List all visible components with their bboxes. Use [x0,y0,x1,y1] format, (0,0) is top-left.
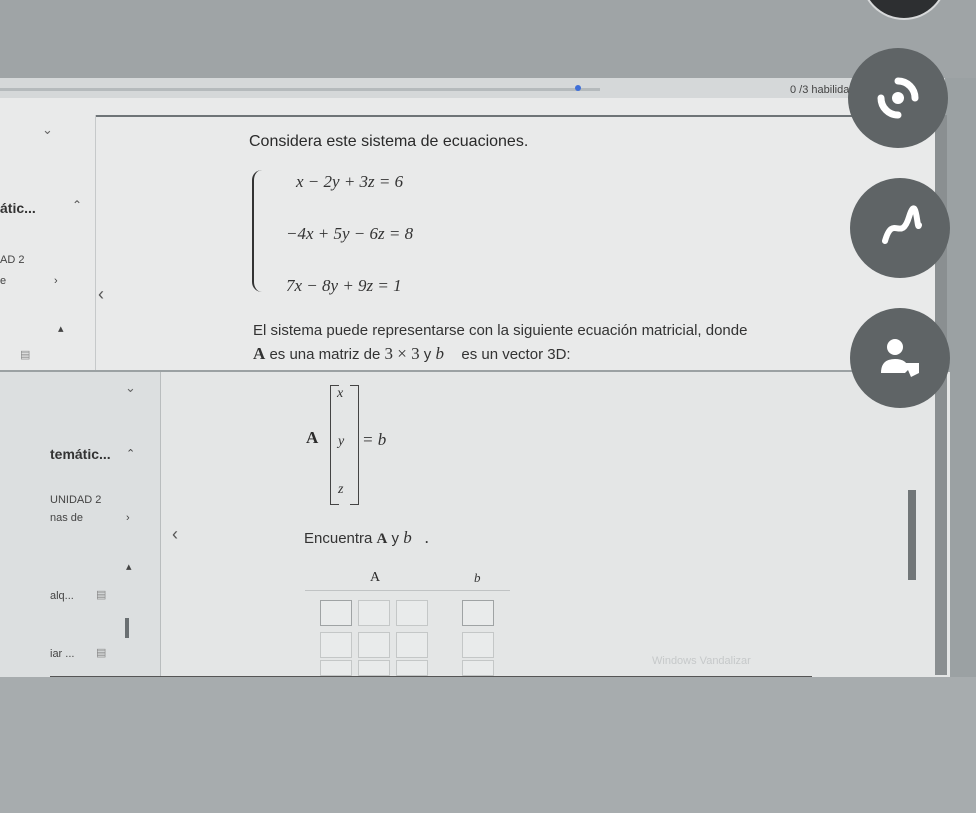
matrix-explanation-line2: A es una matriz de 3 × 3 y b⃗ es un vect… [253,344,571,364]
scroll-indicator[interactable] [125,618,129,638]
equation-3: 7x − 8y + 9z = 1 [286,276,402,295]
sidebar-divider-top [95,115,96,370]
vector-y: y [338,434,345,449]
vector-b-cell-3[interactable] [462,660,494,676]
matrix-A-cell-2-2[interactable] [358,632,390,658]
sidebar-bottom-item-2[interactable]: alq... [50,590,74,602]
progress-dot [575,85,581,91]
question-intro: Considera este sistema de ecuaciones. [249,133,529,150]
prompt-b: b⃗. [403,528,430,547]
prompt-text: Encuentra [304,530,377,547]
matrix-text-part: es un vector 3D: [457,346,571,363]
header-divider [95,115,935,117]
sidebar-bottom-item[interactable]: nas de [50,512,83,524]
vector-x: x [337,386,344,401]
sidebar-unit-label: AD 2 [0,254,25,266]
matrix-size: 3 × 3 [384,344,420,363]
collapse-sidebar-button[interactable]: ‹ [172,524,178,545]
matrix-A-cell-1-3[interactable] [396,600,428,626]
user-tag-icon [881,339,919,377]
caret-up-icon: ▴ [58,323,64,335]
vector-b-cell-2[interactable] [462,632,494,658]
sidebar-bottom-unit: UNIDAD 2 [50,494,102,506]
caret-up-icon: ▴ [126,561,132,573]
answer-col-A: A [370,570,381,585]
matrix-right-bracket [350,385,359,505]
matrix-A-cell-1-2[interactable] [358,600,390,626]
vector-b-symbol: b⃗ [435,344,458,363]
prompt-and: y [387,530,404,547]
matrix-A-symbol: A [253,344,266,363]
equation-rhs: = b⃗ [362,430,400,449]
sidebar-bottom-item-3[interactable]: iar ... [50,648,74,660]
matrix-A-cell-2-1[interactable] [320,632,352,658]
chevron-down-icon[interactable]: ⌄ [125,380,136,396]
collapse-sidebar-button[interactable]: ‹ [98,284,104,305]
equation-2: −4x + 5y − 6z = 8 [286,224,414,243]
sidebar-item-label[interactable]: e [0,275,6,287]
vector-b-cell-1[interactable] [462,600,494,626]
chevron-right-icon[interactable]: › [54,275,58,287]
matrix-A-cell-1-1[interactable] [320,600,352,626]
matrix-text-part: y [419,346,436,363]
refresh-button[interactable] [848,48,948,148]
prompt-A: A [376,531,388,547]
background-bottom [0,677,976,813]
background-top [0,0,976,78]
sidebar-bottom-section-title[interactable]: temátic... [50,446,111,462]
matrix-explanation-line1: El sistema puede representarse con la si… [253,322,748,339]
document-icon[interactable]: ▤ [96,588,106,601]
chevron-right-icon[interactable]: › [126,512,130,524]
sidebar-divider-bottom [160,372,161,677]
sidebar-bottom-panel [0,372,160,677]
chevron-down-icon[interactable]: ⌄ [42,122,53,138]
equation-A: A [306,428,319,447]
prompt-line: Encuentra A y b⃗. [304,528,429,548]
sidebar-section-title[interactable]: átic... [0,200,36,216]
chevron-up-icon[interactable]: ⌃ [126,447,135,460]
matrix-A-cell-3-1[interactable] [320,660,352,676]
answer-col-b: b⃗ [474,570,491,585]
answer-header-divider [305,590,510,591]
document-icon[interactable]: ▤ [20,348,30,361]
refresh-icon [877,77,919,119]
vector-z: z [338,482,344,497]
chevron-up-icon[interactable]: ⌃ [72,198,82,212]
user-tag-button[interactable] [850,308,950,408]
document-icon[interactable]: ▤ [96,646,106,659]
equation-1: x − 2y + 3z = 6 [296,172,404,191]
system-brace [252,170,268,292]
watermark-text: Windows Vandalizar [652,655,751,667]
scrollbar-right[interactable] [908,490,916,580]
draw-button[interactable] [850,178,950,278]
progress-track [0,88,600,91]
pen-icon [882,205,922,244]
matrix-A-cell-3-2[interactable] [358,660,390,676]
matrix-A-cell-3-3[interactable] [396,660,428,676]
matrix-A-cell-2-3[interactable] [396,632,428,658]
matrix-text-part: es una matriz de [265,346,385,363]
